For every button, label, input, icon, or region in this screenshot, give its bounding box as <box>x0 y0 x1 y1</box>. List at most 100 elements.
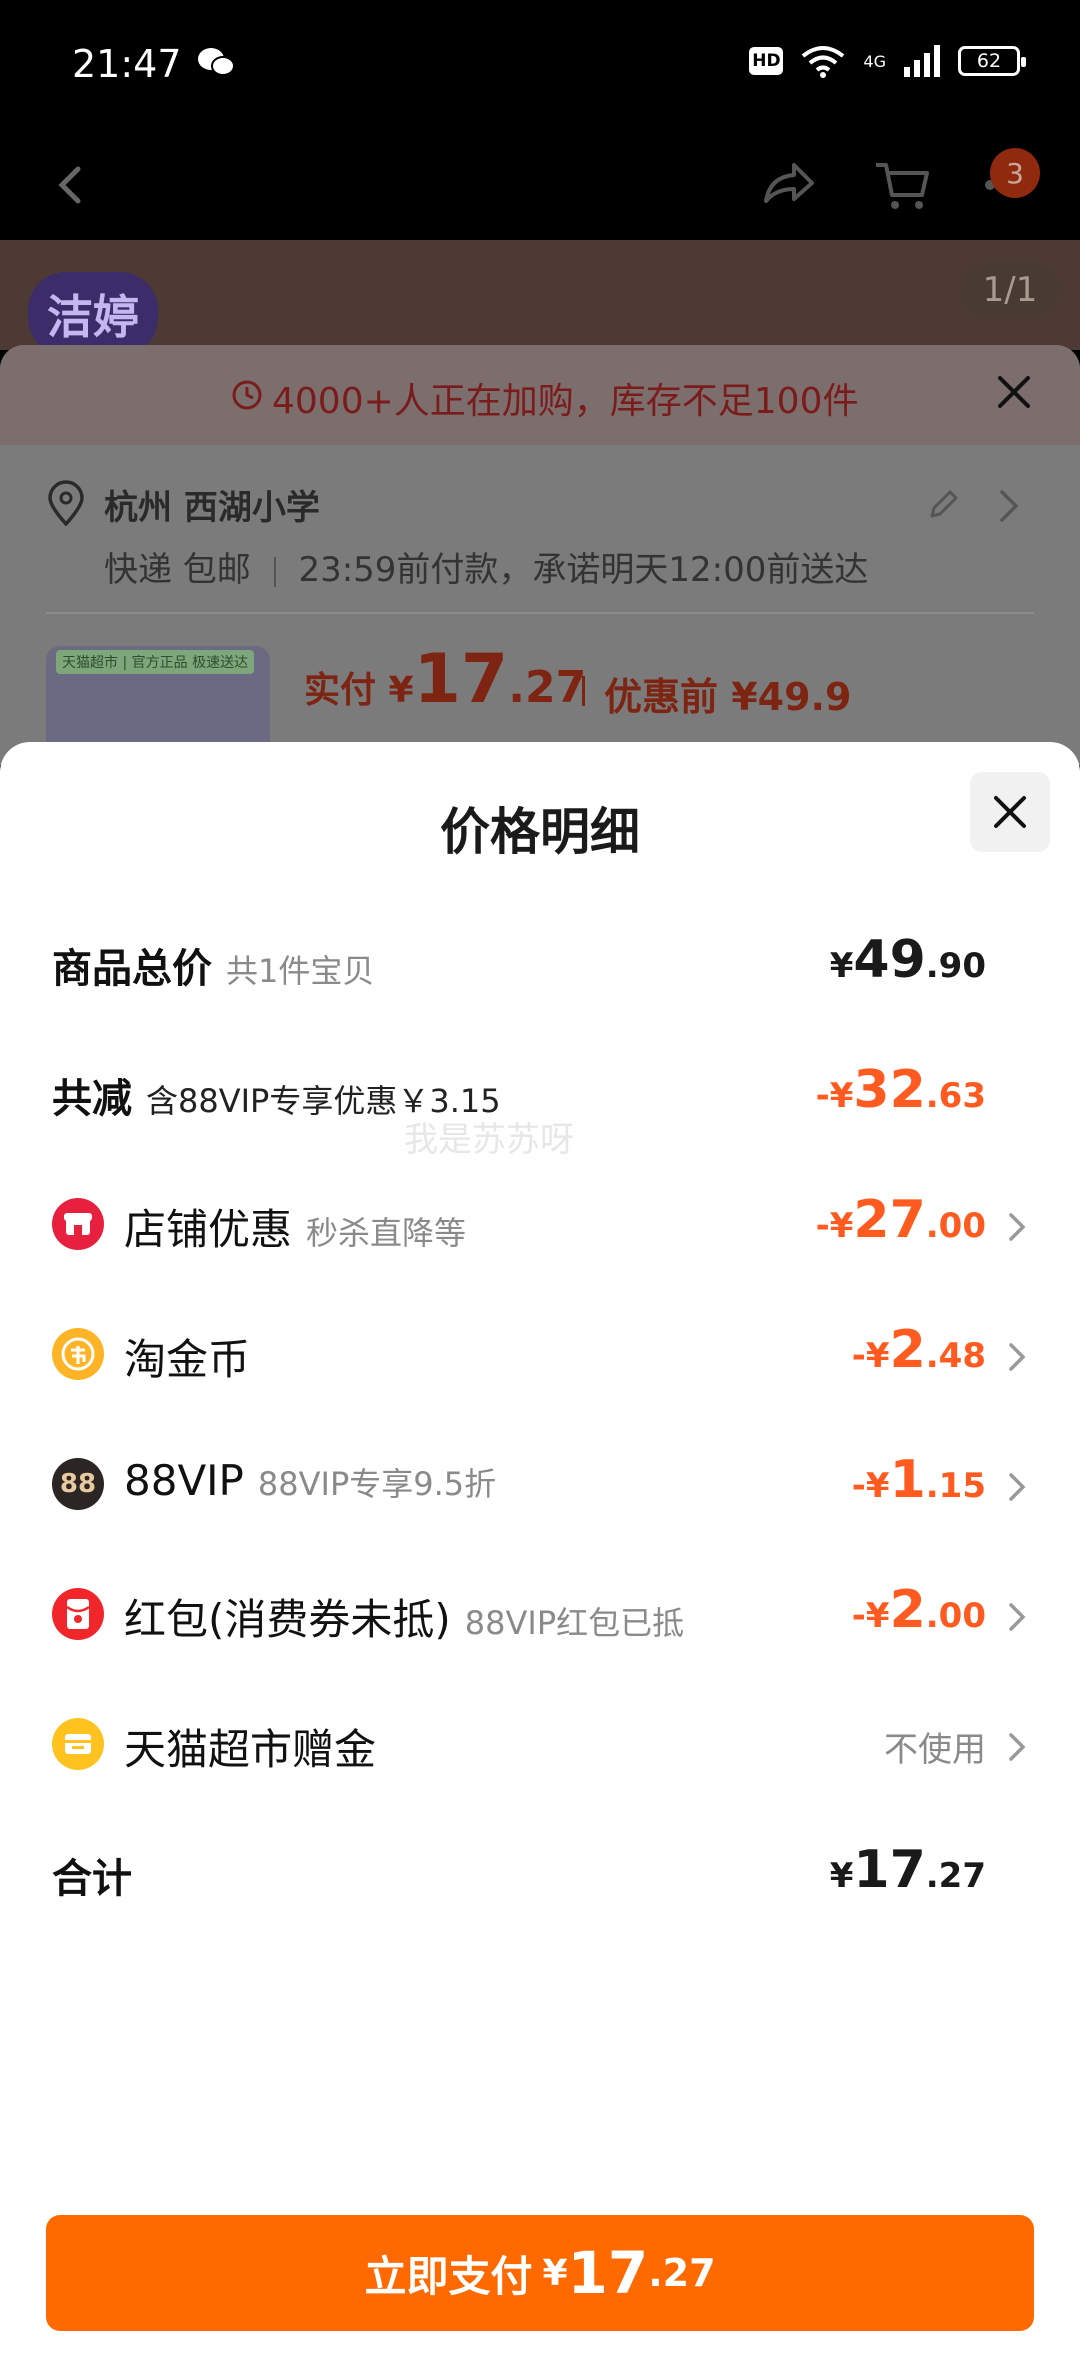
location-icon <box>48 480 84 526</box>
red-packet-label: 红包(消费券未抵) 88VIP红包已抵 <box>124 1586 684 1647</box>
divider <box>582 676 585 706</box>
taojinbi-amount: -¥2.48 <box>852 1320 986 1380</box>
currency-symbol: -¥ <box>815 1206 854 1246</box>
item-note: 88VIP专享9.5折 <box>257 1465 497 1503</box>
amount-int: 32 <box>853 1060 926 1120</box>
taojinbi-label: 淘金币 <box>124 1326 250 1387</box>
amount-int: 27 <box>853 1190 926 1250</box>
sheet-title: 价格明细 <box>440 803 640 861</box>
chevron-right-icon <box>1009 1473 1026 1501</box>
wechat-icon <box>198 48 235 76</box>
close-icon[interactable] <box>990 368 1038 416</box>
vip-icon: 88 <box>52 1458 104 1510</box>
watermark: 我是苏苏呀 <box>404 1120 574 1160</box>
wifi-icon <box>802 46 845 78</box>
red-packet-row[interactable]: 红包(消费券未抵) 88VIP红包已抵 -¥2.00 <box>0 1566 1080 1666</box>
currency-symbol: -¥ <box>851 1336 890 1376</box>
item-note: 秒杀直降等 <box>306 1214 467 1252</box>
currency-symbol: -¥ <box>815 1076 854 1116</box>
battery-icon: 62 <box>958 46 1026 76</box>
cart-icon[interactable] <box>872 155 932 215</box>
amount-dec: .00 <box>925 1206 986 1246</box>
amount-dec: .27 <box>925 1856 986 1896</box>
gift-card-icon <box>52 1718 104 1770</box>
delivery-promise: 23:59前付款，承诺明天12:00前送达 <box>298 550 869 590</box>
sheet-close-button[interactable] <box>970 772 1050 852</box>
chevron-right-icon <box>1009 1733 1026 1761</box>
back-icon[interactable] <box>40 155 100 215</box>
amount-dec: .15 <box>925 1466 986 1506</box>
reduction-title: 共减 <box>52 1076 132 1122</box>
store-discount-row[interactable]: 店铺优惠 秒杀直降等 -¥27.00 <box>0 1176 1080 1276</box>
subtotal-title: 商品总价 <box>52 946 212 992</box>
subtotal-count: 共1件宝贝 <box>226 952 375 990</box>
paid-label: 实付 ¥ <box>304 670 414 711</box>
currency-symbol: ¥ <box>542 2252 568 2294</box>
amount-dec: .48 <box>925 1336 986 1376</box>
top-nav-bar <box>0 130 1080 240</box>
stock-warning-text: 4000+人正在加购，库存不足100件 <box>272 381 859 422</box>
item-title: 店铺优惠 <box>124 1205 293 1254</box>
hd-icon: HD <box>749 47 784 75</box>
amount-int: 1 <box>889 1450 926 1510</box>
product-thumbnail: 天猫超市 | 官方正品 极速送达 <box>46 646 270 756</box>
divider <box>273 556 276 587</box>
coin-icon <box>52 1328 104 1380</box>
alarm-icon <box>232 380 262 410</box>
currency-symbol: -¥ <box>851 1466 890 1506</box>
chevron-right-icon <box>1009 1343 1026 1371</box>
red-packet-amount: -¥2.00 <box>852 1580 986 1640</box>
store-discount-amount: -¥27.00 <box>816 1190 986 1250</box>
pay-now-button[interactable]: 立即支付 ¥17.27 <box>46 2215 1034 2331</box>
original-price: 优惠前 ¥49.9 <box>604 675 852 719</box>
vip-row[interactable]: 88 88VIP 88VIP专享9.5折 -¥1.15 <box>0 1436 1080 1536</box>
status-icons: HD 4G 62 <box>749 44 1026 78</box>
subtotal-amount: ¥49.90 <box>830 930 986 990</box>
total-title: 合计 <box>52 1856 132 1902</box>
amount-dec: .63 <box>925 1076 986 1116</box>
shop-icon <box>52 1198 104 1250</box>
amount-dec: .90 <box>925 946 986 986</box>
tmall-gift-row[interactable]: 天猫超市赠金 不使用 <box>0 1696 1080 1796</box>
image-counter: 1/1 <box>960 262 1060 318</box>
item-title: 淘金币 <box>124 1335 251 1384</box>
share-icon[interactable] <box>758 155 818 215</box>
close-icon <box>994 796 1026 828</box>
currency-symbol: -¥ <box>851 1596 890 1636</box>
status-time: 21:47 <box>72 42 182 86</box>
item-note: 88VIP红包已抵 <box>464 1604 685 1642</box>
currency-symbol: ¥ <box>829 1856 854 1896</box>
amount-int: 2 <box>889 1320 926 1380</box>
vip-label: 88VIP 88VIP专享9.5折 <box>124 1456 496 1505</box>
reduction-amount: -¥32.63 <box>816 1060 986 1120</box>
product-image <box>0 240 1080 350</box>
red-packet-icon <box>52 1588 104 1640</box>
brand-logo: 洁婷 <box>28 272 158 356</box>
network-label: 4G <box>863 51 886 71</box>
thumbnail-tag: 天猫超市 | 官方正品 极速送达 <box>56 650 255 674</box>
amount-int: 49 <box>853 930 926 990</box>
chevron-right-icon <box>1009 1603 1026 1631</box>
amount-int: 17 <box>567 2239 649 2307</box>
paid-int: 17 <box>413 640 509 719</box>
tmall-gift-value: 不使用 <box>884 1730 986 1770</box>
item-title: 红包(消费券未抵) <box>124 1595 451 1644</box>
taojinbi-row[interactable]: 淘金币 -¥2.48 <box>0 1306 1080 1406</box>
store-discount-label: 店铺优惠 秒杀直降等 <box>124 1196 466 1257</box>
divider <box>46 612 1034 614</box>
delivery-info: 快递 包邮 23:59前付款，承诺明天12:00前送达 <box>104 542 868 591</box>
amount-dec: .00 <box>925 1596 986 1636</box>
chevron-right-icon[interactable] <box>996 486 1022 526</box>
edit-icon[interactable] <box>924 484 964 524</box>
address-title[interactable]: 杭州 西湖小学 <box>104 480 320 529</box>
tmall-gift-label: 天猫超市赠金 <box>124 1716 376 1777</box>
amount-int: 17 <box>853 1840 926 1900</box>
total-row: 合计 ¥17.27 <box>0 1826 1080 1926</box>
status-bar: 21:47 HD 4G 62 <box>0 0 1080 130</box>
total-amount: ¥17.27 <box>830 1840 986 1900</box>
subtotal-row: 商品总价 共1件宝贝 ¥49.90 <box>0 916 1080 1016</box>
paid-dec: .27 <box>508 662 587 713</box>
chevron-right-icon <box>1009 1213 1026 1241</box>
item-title: 天猫超市赠金 <box>124 1725 377 1774</box>
total-label: 合计 <box>52 1846 132 1904</box>
